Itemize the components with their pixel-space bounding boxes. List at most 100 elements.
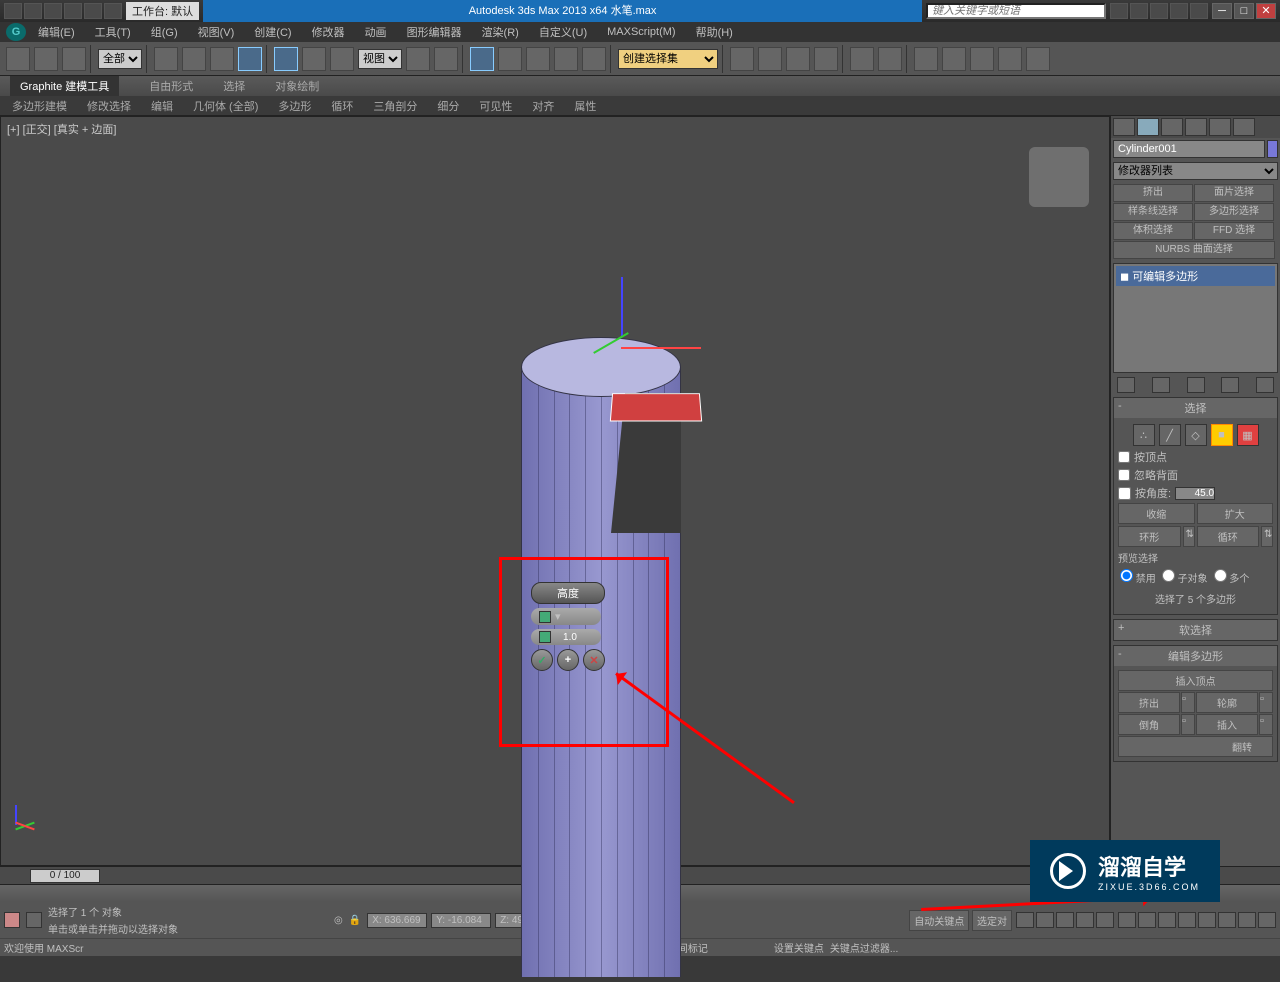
flip-button[interactable]: 翻转 xyxy=(1118,736,1273,757)
snap-toggle-button[interactable] xyxy=(470,47,494,71)
rollout-editpoly-header[interactable]: 编辑多边形 xyxy=(1114,646,1277,666)
object-name-input[interactable] xyxy=(1113,140,1265,158)
qat-new-icon[interactable] xyxy=(4,3,22,19)
menu-edit[interactable]: 编辑(E) xyxy=(30,22,83,42)
material-editor-button[interactable] xyxy=(878,47,902,71)
loop-button[interactable]: 循环 xyxy=(1197,526,1260,547)
modifier-stack[interactable]: ◼ 可编辑多边形 xyxy=(1113,263,1278,373)
mod-patchsel-button[interactable]: 面片选择 xyxy=(1194,184,1274,202)
maximize-viewport-icon[interactable] xyxy=(1198,912,1216,928)
zoom-icon[interactable] xyxy=(1138,912,1156,928)
app-menu-icon[interactable]: G xyxy=(6,23,26,41)
viewcube[interactable] xyxy=(1029,147,1089,207)
prev-frame-icon[interactable] xyxy=(1036,912,1054,928)
mod-extrude-button[interactable]: 挤出 xyxy=(1113,184,1193,202)
caddy-cancel-button[interactable]: ✕ xyxy=(583,649,605,671)
inset-button[interactable]: 插入 xyxy=(1196,714,1258,735)
mod-splinesel-button[interactable]: 样条线选择 xyxy=(1113,203,1193,221)
ribbon-panel-modsel[interactable]: 修改选择 xyxy=(81,96,137,116)
ribbon-panel-edit[interactable]: 编辑 xyxy=(145,96,179,116)
show-end-icon[interactable] xyxy=(1152,377,1170,393)
mod-ffdsel-button[interactable]: FFD 选择 xyxy=(1194,222,1274,240)
ribbon-panel-props[interactable]: 属性 xyxy=(568,96,602,116)
ribbon-tab-freeform[interactable]: 自由形式 xyxy=(149,78,193,94)
redo-button[interactable] xyxy=(34,47,58,71)
qat-redo-icon[interactable] xyxy=(84,3,102,19)
configure-sets-icon[interactable] xyxy=(1256,377,1274,393)
pivot-button[interactable] xyxy=(406,47,430,71)
make-unique-icon[interactable] xyxy=(1187,377,1205,393)
rollout-soft-header[interactable]: 软选择 xyxy=(1114,620,1277,640)
caddy-type-spinner[interactable]: ▾ xyxy=(531,608,601,625)
setkey-button[interactable]: 设置关键点 xyxy=(774,940,824,955)
select-manipulate-button[interactable] xyxy=(434,47,458,71)
render-setup-button[interactable] xyxy=(914,47,938,71)
by-angle-checkbox[interactable] xyxy=(1118,487,1131,500)
selected-button[interactable]: 选定对 xyxy=(972,910,1012,931)
shrink-button[interactable]: 收缩 xyxy=(1118,503,1195,524)
display-tab-icon[interactable] xyxy=(1209,118,1231,136)
remove-mod-icon[interactable] xyxy=(1221,377,1239,393)
menu-tools[interactable]: 工具(T) xyxy=(87,22,139,42)
outline-button[interactable]: 轮廓 xyxy=(1196,692,1258,713)
pin-stack-icon[interactable] xyxy=(1117,377,1135,393)
select-object-button[interactable] xyxy=(154,47,178,71)
menu-views[interactable]: 视图(V) xyxy=(190,22,243,42)
mod-volsel-button[interactable]: 体积选择 xyxy=(1113,222,1193,240)
schematic-view-button[interactable] xyxy=(850,47,874,71)
render-frame-button[interactable] xyxy=(942,47,966,71)
outline-settings-button[interactable]: ▫ xyxy=(1259,692,1273,713)
ribbon-panel-polymodel[interactable]: 多边形建模 xyxy=(6,96,73,116)
ring-button[interactable]: 环形 xyxy=(1118,526,1181,547)
angle-snap-button[interactable] xyxy=(498,47,522,71)
subobj-vertex-icon[interactable]: ∴ xyxy=(1133,424,1155,446)
undo-button[interactable] xyxy=(6,47,30,71)
rotate-button[interactable] xyxy=(302,47,326,71)
ribbon-panel-poly[interactable]: 多边形 xyxy=(272,96,317,116)
qat-open-icon[interactable] xyxy=(24,3,42,19)
selection-lock-icon[interactable]: 🔒 xyxy=(349,915,361,926)
preview-multi-radio[interactable] xyxy=(1214,569,1227,582)
render-button[interactable] xyxy=(970,47,994,71)
caddy-ok-button[interactable]: ✓ xyxy=(531,649,553,671)
teapot-production-icon[interactable] xyxy=(998,47,1022,71)
zoom-all-icon[interactable] xyxy=(1238,912,1256,928)
maximize-button[interactable]: □ xyxy=(1234,3,1254,19)
angle-input[interactable] xyxy=(1175,487,1215,500)
mod-polysel-button[interactable]: 多边形选择 xyxy=(1194,203,1274,221)
fov-icon[interactable] xyxy=(1218,912,1236,928)
workspace-selector[interactable]: 工作台: 默认 xyxy=(126,2,199,20)
coord-y[interactable]: Y: -16.084 xyxy=(431,913,491,928)
favorites-icon[interactable] xyxy=(1170,3,1188,19)
preview-off-radio[interactable] xyxy=(1120,569,1133,582)
subobj-polygon-icon[interactable]: ■ xyxy=(1211,424,1233,446)
ribbon-panel-subdiv[interactable]: 细分 xyxy=(431,96,465,116)
teapot-iterative-icon[interactable] xyxy=(1026,47,1050,71)
scale-button[interactable] xyxy=(330,47,354,71)
subobj-border-icon[interactable]: ◇ xyxy=(1185,424,1207,446)
time-slider-thumb[interactable]: 0 / 100 xyxy=(30,869,100,883)
spinner-snap-button[interactable] xyxy=(554,47,578,71)
mod-nurbs-button[interactable]: NURBS 曲面选择 xyxy=(1113,241,1275,259)
pan-icon[interactable] xyxy=(1118,912,1136,928)
named-selection-set[interactable]: 创建选择集 xyxy=(618,49,718,69)
menu-animation[interactable]: 动画 xyxy=(357,22,395,42)
extrude-button[interactable]: 挤出 xyxy=(1118,692,1180,713)
bevel-button[interactable]: 倒角 xyxy=(1118,714,1180,735)
isolate-icon[interactable]: ◎ xyxy=(334,915,343,926)
autokey-button[interactable]: 自动关键点 xyxy=(909,910,969,931)
curve-editor-button[interactable] xyxy=(814,47,838,71)
help-icon[interactable] xyxy=(1190,3,1208,19)
search-icon[interactable] xyxy=(1110,3,1128,19)
menu-modifiers[interactable]: 修改器 xyxy=(304,22,353,42)
stack-item-editpoly[interactable]: ◼ 可编辑多边形 xyxy=(1116,266,1275,286)
menu-create[interactable]: 创建(C) xyxy=(246,22,299,42)
ribbon-tab-graphite[interactable]: Graphite 建模工具 xyxy=(10,76,119,96)
snap-edit-button[interactable] xyxy=(582,47,606,71)
subobj-edge-icon[interactable]: ╱ xyxy=(1159,424,1181,446)
key-filters-button[interactable]: 关键点过滤器... xyxy=(830,940,898,955)
bevel-settings-button[interactable]: ▫ xyxy=(1181,714,1195,735)
by-vertex-checkbox[interactable] xyxy=(1118,451,1130,463)
selected-polygons[interactable] xyxy=(610,393,702,421)
ref-coord-system[interactable]: 视图 xyxy=(358,49,402,69)
